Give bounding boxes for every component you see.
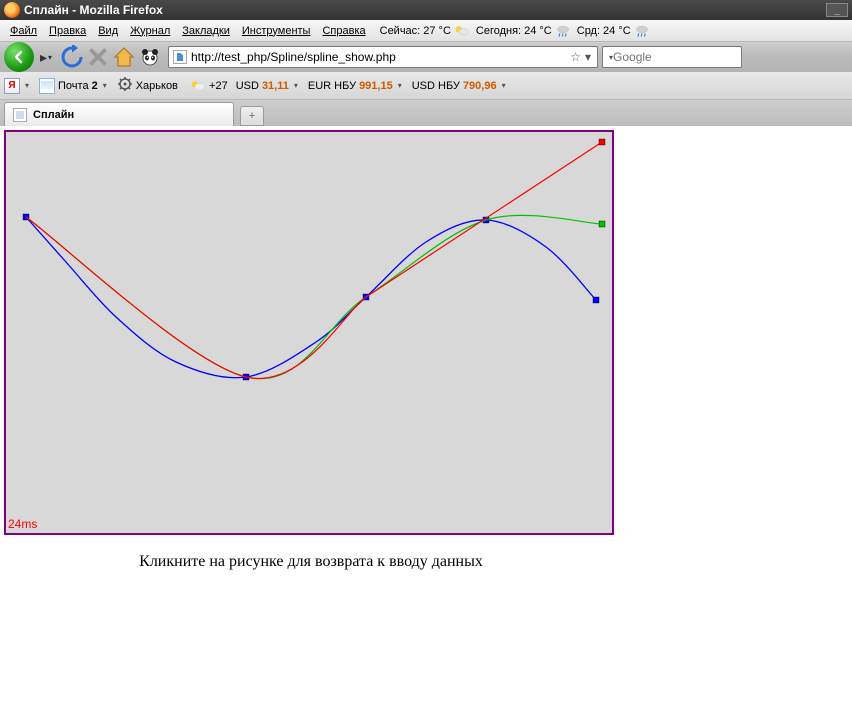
render-time: 24ms [8,517,37,531]
bookmark-star-icon[interactable]: ☆ [568,50,583,64]
window-titlebar: Сплайн - Mozilla Firefox _ [0,0,852,20]
tab-title: Сплайн [33,109,74,121]
usd-nbu-rate[interactable]: USD НБУ 790,96 ▾ [412,80,508,92]
usd-dropdown[interactable]: ▾ [294,81,298,90]
menu-history[interactable]: Журнал [124,23,176,39]
mail-count: 2 [92,80,98,92]
weather-now-temp: 27 °C [423,25,451,37]
info-toolbar: Я ▾ Почта 2 ▾ Харьков +27 USD 31,11 ▾ EU… [0,72,852,100]
rain-icon-2 [634,24,650,38]
weather-today-label: Сегодня: [476,25,521,37]
usd-rate[interactable]: USD 31,11 ▾ [236,80,300,92]
eur-value: 991,15 [359,80,393,92]
menu-file[interactable]: Файл [4,23,43,39]
tab-strip: Сплайн + [0,100,852,126]
minimize-button[interactable]: _ [826,3,848,17]
eur-label: EUR НБУ [308,80,356,92]
forward-button[interactable]: ▸▾ [34,45,58,69]
new-tab-button[interactable]: + [240,106,264,126]
window-controls: _ [826,3,848,17]
search-bar[interactable]: G ▾ [602,46,742,68]
menu-edit[interactable]: Правка [43,23,92,39]
menu-tools[interactable]: Инструменты [236,23,317,39]
mail-widget[interactable]: Почта 2 ▾ [39,78,109,94]
city-temp: +27 [209,80,228,92]
panda-icon[interactable] [138,45,162,69]
menu-bar: Файл Правка Вид Журнал Закладки Инструме… [0,20,852,42]
weather-now-label: Сейчас: [380,25,421,37]
weather-wed-label: Срд: [577,25,600,37]
search-input[interactable] [613,50,768,64]
address-bar[interactable]: ☆ ▾ [168,46,598,68]
url-input[interactable] [191,50,568,64]
city-name: Харьков [136,80,178,92]
usd-label: USD [236,80,259,92]
mail-label: Почта [58,80,89,92]
rain-icon [555,24,571,38]
url-dropdown-icon[interactable]: ▾ [583,50,593,64]
firefox-icon [4,2,20,18]
page-icon [173,50,187,64]
stop-button[interactable] [86,45,110,69]
usd-value: 31,11 [262,80,289,92]
navigation-toolbar: ▸▾ ☆ ▾ G ▾ [0,42,852,72]
usd-nbu-value: 790,96 [463,80,497,92]
menu-view[interactable]: Вид [92,23,124,39]
spline-plot[interactable]: 24ms [4,130,614,535]
mail-dropdown[interactable]: ▾ [103,81,107,90]
menu-help[interactable]: Справка [316,23,371,39]
city-weather-widget[interactable]: Харьков +27 [117,76,228,95]
weather-bar: Сейчас: 27 °C Сегодня: 24 °C Срд: 24 °C [380,24,650,38]
usd-nbu-label: USD НБУ [412,80,460,92]
yandex-dropdown[interactable]: ▾ [25,81,29,90]
back-button[interactable] [4,42,34,72]
window-title: Сплайн - Mozilla Firefox [24,3,163,17]
weather-wed-temp: 24 °C [603,25,631,37]
sun-cloud-icon-2 [190,79,206,93]
reload-button[interactable] [60,45,84,69]
weather-today-temp: 24 °C [524,25,552,37]
eur-dropdown[interactable]: ▾ [398,81,402,90]
tab-spline[interactable]: Сплайн [4,102,234,126]
gear-icon [117,76,133,95]
tab-page-icon [13,108,27,122]
eur-nbu-rate[interactable]: EUR НБУ 991,15 ▾ [308,80,404,92]
menu-bookmarks[interactable]: Закладки [176,23,236,39]
page-caption: Кликните на рисунке для возврата к вводу… [4,553,614,571]
home-button[interactable] [112,45,136,69]
usd-nbu-dropdown[interactable]: ▾ [502,81,506,90]
sun-cloud-icon [454,24,470,38]
yandex-icon[interactable]: Я [4,78,20,94]
page-content: 24ms Кликните на рисунке для возврата к … [0,126,852,571]
mail-icon [39,78,55,94]
